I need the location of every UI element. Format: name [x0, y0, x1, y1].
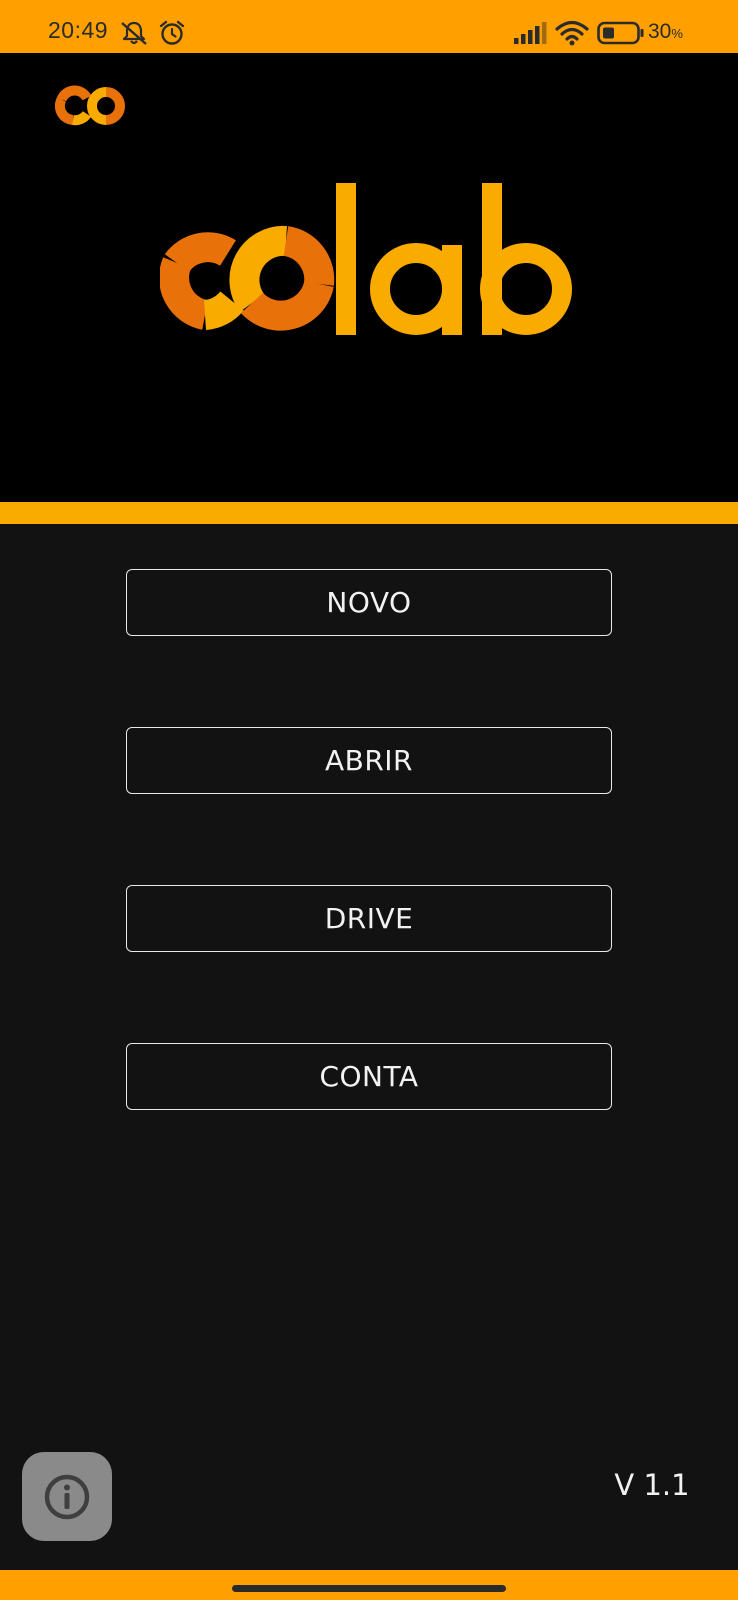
header-divider — [0, 502, 738, 524]
battery-icon — [597, 21, 644, 45]
colab-small-logo — [54, 85, 125, 126]
status-time: 20:49 — [48, 17, 109, 43]
version-label: V 1.1 — [614, 1468, 690, 1502]
open-notebook-button[interactable]: ABRIR — [126, 727, 612, 794]
battery-percent: 30% — [648, 20, 683, 43]
status-bar: 20:49 30% — [0, 0, 738, 53]
drive-button[interactable]: DRIVE — [126, 885, 612, 952]
small-logo-o — [87, 87, 125, 125]
signal-icon — [514, 22, 547, 44]
wordmark-l — [336, 183, 356, 335]
info-button[interactable] — [22, 1452, 112, 1541]
wordmark-c — [160, 232, 244, 330]
new-notebook-button[interactable]: NOVO — [126, 569, 612, 636]
app-header — [0, 53, 738, 502]
colab-wordmark-logo — [160, 183, 572, 335]
info-icon — [44, 1474, 90, 1519]
notifications-off-icon — [121, 21, 147, 45]
wordmark-b — [480, 183, 572, 335]
home-indicator[interactable] — [232, 1585, 506, 1592]
small-logo-c — [54, 85, 92, 126]
wifi-icon — [555, 20, 589, 46]
alarm-icon — [159, 20, 185, 45]
account-button[interactable]: CONTA — [126, 1043, 612, 1110]
wordmark-o — [229, 225, 335, 331]
wordmark-a — [370, 243, 462, 335]
